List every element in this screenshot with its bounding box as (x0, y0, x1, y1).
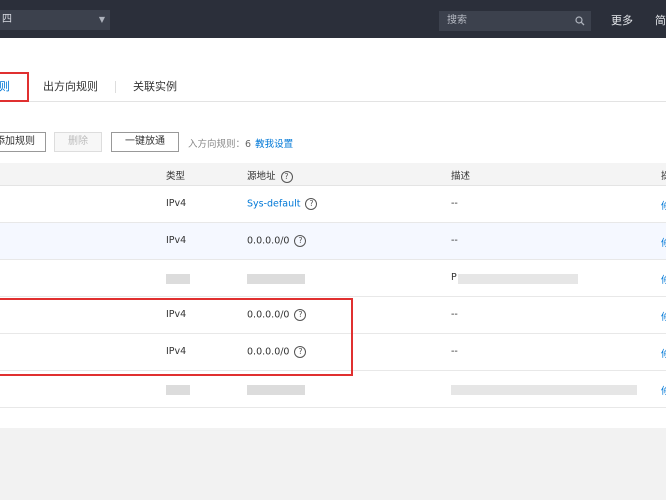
modify-link[interactable]: 修 (661, 383, 666, 397)
cell-type: IPv4 (166, 235, 187, 246)
redacted-source (247, 274, 305, 284)
cell-source: 0.0.0.0/0? (247, 235, 307, 247)
cell-description: -- (451, 235, 458, 246)
modify-link[interactable]: 修 (661, 346, 666, 360)
search-placeholder: 搜索 (447, 15, 467, 26)
table-row: 修 (0, 371, 666, 408)
toolbar: 添加规则 删除 一键放通 入方向规则：6教我设置 (0, 132, 666, 152)
header-type: 类型 (166, 171, 186, 182)
table-row: P 修 (0, 260, 666, 297)
modify-link[interactable]: 修 (661, 198, 666, 212)
cell-description: P (451, 272, 457, 283)
cell-source[interactable]: Sys-default? (247, 198, 318, 210)
cell-description: -- (451, 309, 458, 320)
region-select-value: 四 (2, 14, 12, 25)
help-icon[interactable]: ? (305, 198, 318, 210)
header-source: 源地址? (247, 168, 293, 183)
redacted-type (166, 274, 190, 284)
tab-divider (115, 81, 116, 93)
annotation-highlight-rows (0, 298, 353, 376)
language-menu[interactable]: 简体 (655, 12, 666, 28)
delete-button[interactable]: 删除 (54, 132, 102, 152)
cell-description: -- (451, 198, 458, 209)
table-header: 类型 源地址? 描述 操 (0, 163, 666, 186)
table-row: IPv4 Sys-default? -- 修 (0, 186, 666, 223)
help-icon[interactable]: ? (280, 170, 293, 183)
inbound-count-label: 入方向规则： (188, 139, 246, 150)
cell-type: IPv4 (166, 198, 187, 209)
cell-source-value: 0.0.0.0/0 (247, 235, 290, 247)
tab-bar: 则 出方向规则 关联实例 (0, 75, 666, 102)
allow-all-button[interactable]: 一键放通 (111, 132, 179, 152)
help-icon[interactable]: ? (294, 235, 307, 247)
modify-link[interactable]: 修 (661, 235, 666, 249)
annotation-highlight-tab (0, 72, 29, 102)
inbound-count-value: 6 (245, 139, 252, 150)
header-operation: 操 (661, 171, 666, 182)
add-rule-button[interactable]: 添加规则 (0, 132, 46, 152)
tab-outbound-rules[interactable]: 出方向规则 (43, 78, 98, 94)
tutorial-link[interactable]: 教我设置 (255, 139, 293, 150)
tab-associated-instances[interactable]: 关联实例 (133, 78, 177, 94)
inbound-rule-count: 入方向规则：6 教我设置 (188, 136, 293, 150)
table-row: IPv4 0.0.0.0/0? -- 修 (0, 223, 666, 260)
cell-source-value: Sys-default (247, 198, 301, 210)
redacted-description (451, 385, 637, 395)
redacted-type (166, 385, 190, 395)
header-source-label: 源地址 (247, 171, 276, 182)
search-input[interactable]: 搜索 (439, 11, 591, 31)
top-nav-bar: 四 ▼ 搜索 更多 简体 (0, 0, 666, 38)
modify-link[interactable]: 修 (661, 272, 666, 286)
modify-link[interactable]: 修 (661, 309, 666, 323)
search-icon[interactable] (575, 16, 585, 26)
header-description: 描述 (451, 171, 471, 182)
region-select[interactable]: 四 ▼ (0, 10, 110, 30)
chevron-down-icon: ▼ (98, 15, 105, 24)
cell-description: -- (451, 346, 458, 357)
redacted-description (458, 274, 578, 284)
redacted-source (247, 385, 305, 395)
more-menu[interactable]: 更多 (611, 12, 633, 28)
